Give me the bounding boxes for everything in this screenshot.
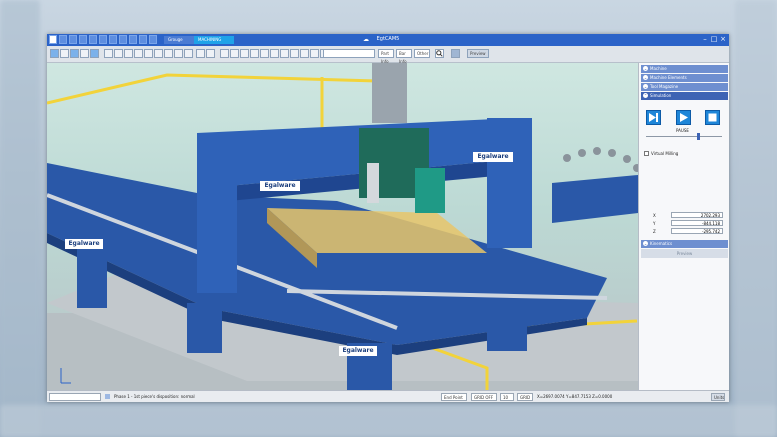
other-field[interactable]: Other: [414, 49, 430, 58]
side-panel: ⌄ Machine ⌄ Machine Elements ⌄ Tool Magazin…: [638, 63, 729, 390]
chevron-down-icon: ⌄: [643, 84, 648, 89]
background-blur-right: [735, 0, 777, 437]
search-icon[interactable]: [435, 49, 444, 58]
chevron-up-icon: ⌃: [643, 93, 648, 98]
view-front-icon[interactable]: [60, 49, 69, 58]
zoom-in-icon[interactable]: [114, 49, 123, 58]
section-kinematics[interactable]: ⌄ Kinematics: [641, 240, 728, 248]
export-icon[interactable]: [451, 49, 460, 58]
speed-slider-thumb[interactable]: [696, 133, 700, 140]
brand-plate-bed-left: Egalware: [65, 239, 103, 249]
step-play-button[interactable]: [646, 110, 661, 125]
axis-triad-icon: [60, 368, 71, 384]
mill-icon[interactable]: [290, 49, 299, 58]
pause-label: PAUSE: [676, 128, 689, 133]
chevron-down-icon: ⌄: [643, 75, 648, 80]
section-label: Tool Magazine: [650, 84, 679, 89]
chevron-down-icon: ⌄: [643, 241, 648, 246]
chevron-down-icon: ⌄: [643, 66, 648, 71]
play-button[interactable]: [676, 110, 691, 125]
app-window: Grouge MACHINING ☁ EgtCAM5 – □ × Part In…: [47, 34, 729, 402]
virtual-milling-label: Virtual Milling: [651, 151, 679, 156]
section-tool-magazine[interactable]: ⌄ Tool Magazine: [641, 83, 728, 91]
coord-z-value: -295.742: [671, 228, 723, 234]
close-button[interactable]: ×: [718, 35, 728, 44]
coord-y-value: -844.118: [671, 220, 723, 226]
preview-panel-button[interactable]: Preview: [641, 249, 728, 258]
coord-y-label: Y: [653, 221, 656, 226]
section-label: Simulation: [650, 93, 672, 98]
grid-toggle-button[interactable]: GRID OFF: [471, 393, 497, 401]
contour-icon[interactable]: [310, 49, 319, 58]
machine-scene: [47, 63, 638, 390]
view-side-icon[interactable]: [90, 49, 99, 58]
bar-info-field[interactable]: Bar Info: [396, 49, 412, 64]
preview-toolbar-button[interactable]: Preview: [467, 49, 489, 58]
view-iso-icon[interactable]: [70, 49, 79, 58]
section-machine[interactable]: ⌄ Machine: [641, 65, 728, 73]
section-machine-elements[interactable]: ⌄ Machine Elements: [641, 74, 728, 82]
pan-icon[interactable]: [144, 49, 153, 58]
eraser-icon[interactable]: [206, 49, 215, 58]
grid-value-field[interactable]: 10: [500, 393, 514, 401]
status-info-icon: [105, 394, 110, 399]
section-icon[interactable]: [174, 49, 183, 58]
rotate-icon[interactable]: [134, 49, 143, 58]
pocket-icon[interactable]: [300, 49, 309, 58]
drill-icon[interactable]: [270, 49, 279, 58]
section-label: Machine: [650, 66, 667, 71]
grid-button[interactable]: GRID: [517, 393, 533, 401]
background-blur-left: [0, 0, 40, 437]
part-name-field[interactable]: [323, 49, 375, 58]
phase-status-text: Phase 1 - 1st piece's disposition: norma…: [114, 394, 195, 399]
zoom-out-icon[interactable]: [124, 49, 133, 58]
part-info-field[interactable]: Part Info: [378, 49, 394, 64]
coord-z-label: Z: [653, 229, 656, 234]
layer-hide-icon[interactable]: [230, 49, 239, 58]
snap-mode-field[interactable]: End Point: [441, 393, 467, 401]
tool-icon[interactable]: [250, 49, 259, 58]
machine-icon[interactable]: [240, 49, 249, 58]
view-top-icon[interactable]: [80, 49, 89, 58]
section-simulation[interactable]: ⌃ Simulation: [641, 92, 728, 100]
title-bar: Grouge MACHINING ☁ EgtCAM5 – □ ×: [47, 34, 729, 46]
brand-plate-gantry-right: Egalware: [473, 152, 513, 162]
layer-show-icon[interactable]: [220, 49, 229, 58]
status-bar: Phase 1 - 1st piece's disposition: norma…: [47, 390, 729, 402]
virtual-milling-checkbox[interactable]: [644, 151, 649, 156]
main-toolbar: Part Info Bar Info Other Preview: [47, 46, 729, 64]
select-tool-icon[interactable]: [50, 49, 59, 58]
units-button[interactable]: Units: [711, 393, 725, 401]
zoom-fit-icon[interactable]: [104, 49, 113, 58]
cursor-coordinates: X=2697.0074 Y=847.7153 Z=0.0000: [537, 394, 613, 399]
shaded-icon[interactable]: [164, 49, 173, 58]
path-icon[interactable]: [260, 49, 269, 58]
command-input[interactable]: [49, 393, 101, 401]
3d-viewport[interactable]: Egalware Egalware Egalware Egalware: [47, 63, 638, 390]
wireframe-icon[interactable]: [154, 49, 163, 58]
brand-plate-gantry-left: Egalware: [260, 181, 300, 191]
coord-x-label: X: [653, 213, 656, 218]
section-label: Machine Elements: [650, 75, 687, 80]
saw-icon[interactable]: [280, 49, 289, 58]
coord-x-value: 2702.293: [671, 212, 723, 218]
speed-slider-track[interactable]: [646, 136, 722, 137]
pencil-icon[interactable]: [196, 49, 205, 58]
brand-plate-bed-front: Egalware: [339, 346, 377, 356]
background-blur-bottom: [0, 405, 777, 437]
window-title: EgtCAM5: [376, 36, 400, 42]
section-label: Kinematics: [650, 241, 673, 246]
stop-button[interactable]: [705, 110, 720, 125]
measure-icon[interactable]: [184, 49, 193, 58]
